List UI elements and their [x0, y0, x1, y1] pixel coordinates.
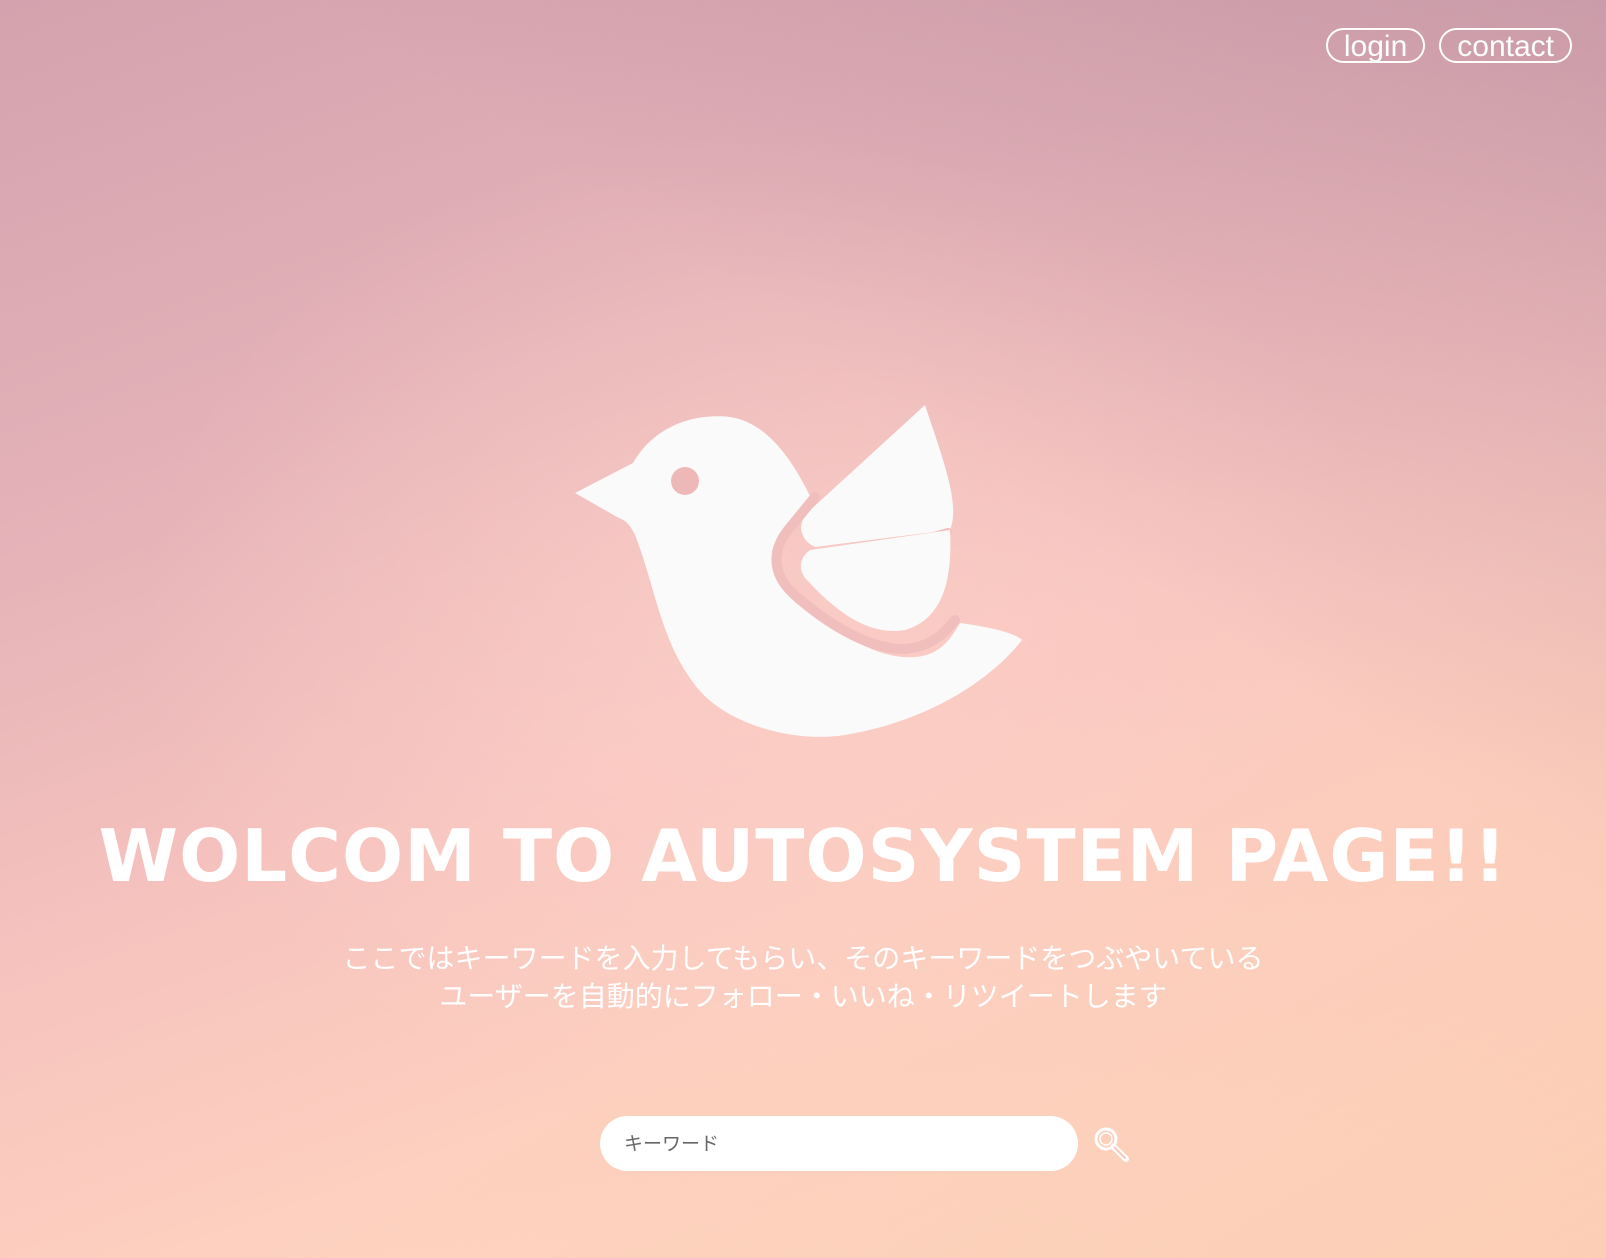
description-text: ここではキーワードを入力してもらい、そのキーワードをつぶやいている ユーザーを自…	[0, 940, 1606, 1016]
keyword-search-input[interactable]	[600, 1116, 1078, 1171]
bird-logo-icon	[575, 405, 1035, 755]
description-line-1: ここではキーワードを入力してもらい、そのキーワードをつぶやいている	[342, 942, 1264, 975]
search-icon[interactable]	[1088, 1121, 1134, 1167]
contact-button[interactable]: contact	[1439, 28, 1572, 63]
login-button[interactable]: login	[1325, 28, 1426, 63]
description-line-2: ユーザーを自動的にフォロー・いいね・リツイートします	[439, 980, 1167, 1013]
top-navigation: login contact	[1325, 28, 1572, 63]
page-title: WOLCOM TO AUTOSYSTEM PAGE!!	[98, 814, 1508, 898]
search-bar	[600, 1116, 1134, 1171]
